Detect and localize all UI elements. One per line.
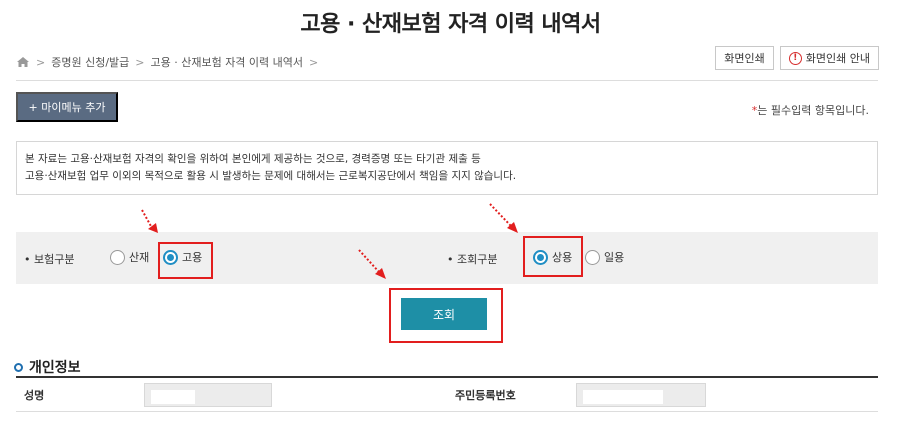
personal-info-row: 성명 주민등록번호 — [16, 378, 878, 412]
arrow-head-search — [375, 268, 386, 279]
arrow-to-search — [358, 249, 380, 273]
resident-number-field — [576, 383, 706, 407]
arrow-to-employment — [141, 209, 153, 229]
section-header: 개인정보 — [14, 357, 81, 377]
section-title: 개인정보 — [29, 360, 81, 376]
name-field — [144, 383, 272, 407]
arrow-head-regular — [507, 222, 518, 233]
annotation-arrows — [141, 203, 518, 279]
resident-number-label: 주민등록번호 — [455, 388, 516, 402]
redacted-mask — [151, 390, 195, 404]
arrow-to-regular — [489, 203, 512, 227]
name-label: 성명 — [24, 388, 45, 402]
redacted-mask — [583, 390, 663, 404]
bullet-circle-icon — [14, 362, 23, 372]
